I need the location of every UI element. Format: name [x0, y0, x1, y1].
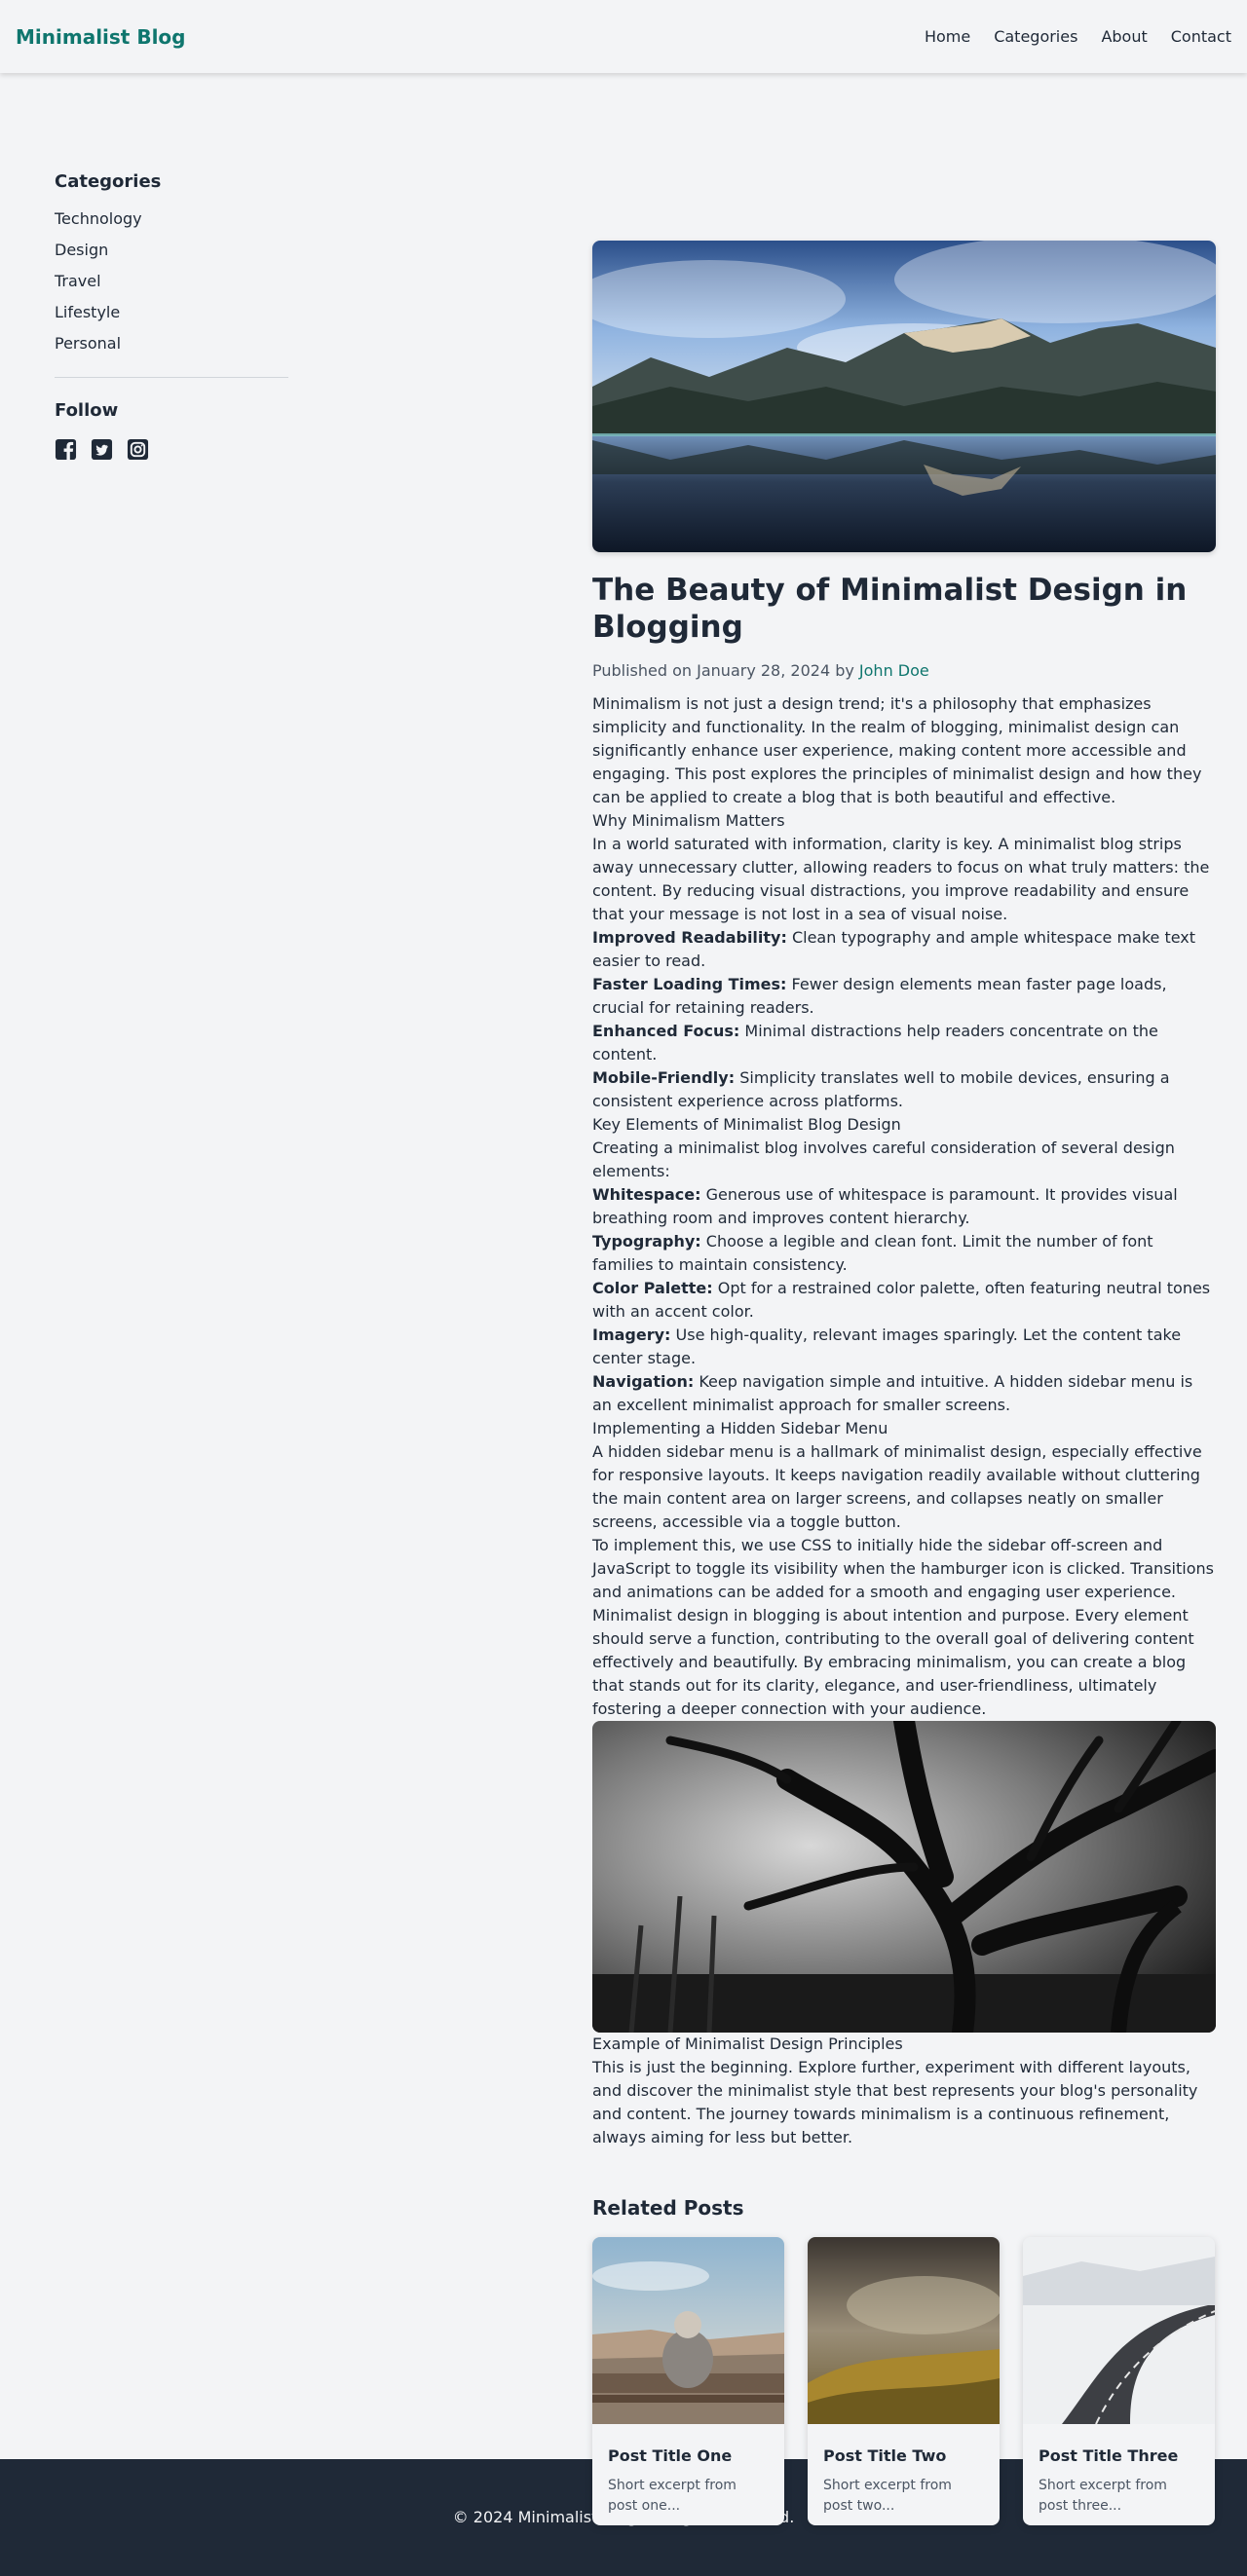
key-paragraph: Creating a minimalist blog involves care…: [592, 1139, 1175, 1180]
related-post-card[interactable]: Post Title One Short excerpt from post o…: [592, 2237, 784, 2525]
benefit-term: Enhanced Focus:: [592, 1022, 740, 1040]
publish-date: Published on January 28, 2024 by: [592, 661, 859, 680]
site-header: Minimalist Blog Home Categories About Co…: [0, 0, 1247, 73]
section-heading-key: Key Elements of Minimalist Blog Design: [592, 1115, 901, 1134]
element-item: Imagery: Use high-quality, relevant imag…: [592, 1324, 1216, 1370]
element-term: Navigation:: [592, 1372, 695, 1391]
post-excerpt: Short excerpt from post three...: [1039, 2478, 1167, 2514]
impl-paragraph-1: A hidden sidebar menu is a hallmark of m…: [592, 1442, 1202, 1531]
facebook-icon[interactable]: [55, 438, 77, 461]
category-list: Technology Design Travel Lifestyle Perso…: [55, 204, 288, 359]
related-posts: Post Title One Short excerpt from post o…: [592, 2237, 1216, 2525]
card-body: Post Title Three Short excerpt from post…: [1023, 2431, 1215, 2525]
related-post-card[interactable]: Post Title Two Short excerpt from post t…: [808, 2237, 1000, 2525]
benefit-item: Faster Loading Times: Fewer design eleme…: [592, 973, 1216, 1020]
post-title[interactable]: Post Title Three: [1039, 2445, 1199, 2468]
social-links: [55, 438, 288, 461]
related-posts-heading: Related Posts: [592, 2196, 744, 2220]
sidebar-divider: [55, 377, 288, 378]
section-heading-why: Why Minimalism Matters: [592, 811, 785, 830]
outro-paragraph: This is just the beginning. Explore furt…: [592, 2058, 1198, 2147]
category-personal[interactable]: Personal: [55, 328, 288, 359]
element-term: Typography:: [592, 1232, 701, 1251]
post-title[interactable]: Post Title One: [608, 2445, 769, 2468]
nav-categories[interactable]: Categories: [994, 25, 1077, 49]
page-body: Categories Technology Design Travel Life…: [0, 73, 1247, 2525]
post-title[interactable]: Post Title Two: [823, 2445, 984, 2468]
related-post-card[interactable]: Post Title Three Short excerpt from post…: [1023, 2237, 1215, 2525]
post-excerpt: Short excerpt from post one...: [608, 2478, 737, 2514]
main-nav: Home Categories About Contact: [925, 25, 1231, 49]
category-design[interactable]: Design: [55, 235, 288, 266]
category-travel[interactable]: Travel: [55, 266, 288, 297]
nav-contact[interactable]: Contact: [1171, 25, 1231, 49]
twitter-icon[interactable]: [91, 438, 113, 461]
why-paragraph: In a world saturated with information, c…: [592, 835, 1210, 923]
forest-image: [592, 1721, 1216, 2033]
benefit-term: Mobile-Friendly:: [592, 1068, 736, 1087]
article-meta: Published on January 28, 2024 by John Do…: [592, 659, 1216, 683]
benefit-item: Enhanced Focus: Minimal distractions hel…: [592, 1020, 1216, 1066]
main-content: The Beauty of Minimalist Design in Blogg…: [592, 241, 1216, 2525]
benefit-item: Improved Readability: Clean typography a…: [592, 926, 1216, 973]
element-text: Use high-quality, relevant images sparin…: [592, 1325, 1182, 1367]
benefit-term: Improved Readability:: [592, 928, 787, 947]
element-term: Whitespace:: [592, 1185, 701, 1204]
nav-about[interactable]: About: [1101, 25, 1147, 49]
benefit-item: Mobile-Friendly: Simplicity translates w…: [592, 1066, 1216, 1113]
post-thumbnail: [1023, 2237, 1215, 2425]
benefit-term: Faster Loading Times:: [592, 975, 787, 993]
follow-heading: Follow: [55, 400, 119, 421]
element-term: Imagery:: [592, 1325, 671, 1344]
card-body: Post Title One Short excerpt from post o…: [592, 2431, 784, 2525]
impl-paragraph-2: To implement this, we use CSS to initial…: [592, 1536, 1214, 1601]
post-thumbnail: [808, 2237, 1000, 2424]
element-item: Color Palette: Opt for a restrained colo…: [592, 1277, 1216, 1324]
conclusion-paragraph: Minimalist design in blogging is about i…: [592, 1606, 1194, 1718]
instagram-icon[interactable]: [127, 438, 149, 461]
element-item: Whitespace: Generous use of whitespace i…: [592, 1183, 1216, 1230]
element-item: Typography: Choose a legible and clean f…: [592, 1230, 1216, 1277]
image-caption: Example of Minimalist Design Principles: [592, 2035, 903, 2053]
article-title: The Beauty of Minimalist Design in Blogg…: [592, 573, 1188, 645]
nav-home[interactable]: Home: [925, 25, 970, 49]
categories-heading: Categories: [55, 171, 162, 192]
category-technology[interactable]: Technology: [55, 204, 288, 235]
tree-photo: [592, 1721, 1216, 2033]
site-logo[interactable]: Minimalist Blog: [16, 25, 185, 49]
element-term: Color Palette:: [592, 1279, 713, 1297]
post-excerpt: Short excerpt from post two...: [823, 2478, 952, 2514]
author-link[interactable]: John Doe: [859, 661, 929, 680]
post-thumbnail: [592, 2237, 784, 2424]
card-body: Post Title Two Short excerpt from post t…: [808, 2431, 1000, 2525]
intro-paragraph: Minimalism is not just a design trend; i…: [592, 694, 1202, 806]
section-heading-impl: Implementing a Hidden Sidebar Menu: [592, 1419, 888, 1437]
mountain-lake-image: [592, 241, 1216, 552]
hero-image: [592, 241, 1216, 552]
sidebar: Categories Technology Design Travel Life…: [55, 170, 288, 461]
category-lifestyle[interactable]: Lifestyle: [55, 297, 288, 328]
article-body: Minimalism is not just a design trend; i…: [592, 692, 1216, 2149]
element-item: Navigation: Keep navigation simple and i…: [592, 1370, 1216, 1417]
